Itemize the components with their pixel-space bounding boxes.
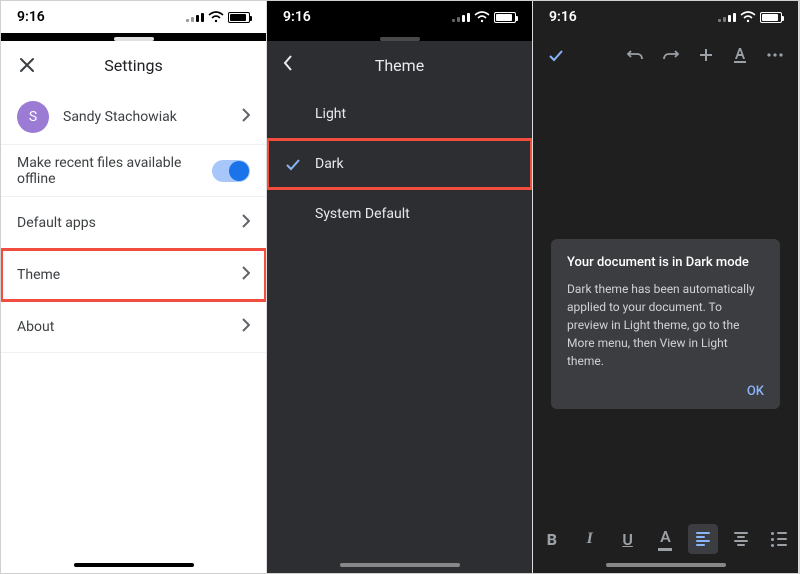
status-time: 9:16 — [283, 9, 311, 25]
home-indicator[interactable] — [74, 563, 194, 567]
italic-glyph: I — [587, 530, 593, 548]
chevron-right-icon — [242, 108, 250, 126]
check-icon — [285, 156, 315, 172]
bold-button[interactable]: B — [537, 524, 567, 554]
status-bar: 9:16 — [533, 1, 798, 33]
home-indicator[interactable] — [606, 563, 726, 567]
wifi-icon — [208, 11, 224, 23]
chevron-left-icon — [283, 55, 293, 71]
dark-mode-dialog: Your document is in Dark mode Dark theme… — [551, 239, 780, 409]
settings-screen: 9:16 Settings S Sandy Stachowiak Make re… — [1, 1, 267, 573]
default-apps-label: Default apps — [17, 215, 96, 231]
profile-row[interactable]: S Sandy Stachowiak — [1, 89, 266, 145]
confirm-button[interactable] — [547, 46, 565, 64]
page-title: Theme — [375, 56, 424, 75]
check-icon — [547, 46, 565, 64]
more-horizontal-icon — [766, 52, 784, 58]
theme-row[interactable]: Theme — [1, 249, 266, 301]
chevron-right-icon — [242, 266, 250, 284]
profile-name: Sandy Stachowiak — [63, 109, 177, 125]
theme-option-system[interactable]: System Default — [267, 189, 532, 239]
chevron-right-icon — [242, 214, 250, 232]
home-indicator[interactable] — [340, 563, 460, 567]
bold-glyph: B — [547, 530, 557, 549]
cellular-icon — [452, 13, 470, 22]
battery-icon — [494, 12, 516, 23]
sheet-grabber[interactable] — [267, 33, 532, 41]
close-icon — [18, 56, 36, 74]
textcolor-glyph: A — [660, 527, 671, 546]
settings-header: Settings — [1, 41, 266, 89]
offline-label: Make recent files available offline — [17, 155, 212, 187]
theme-option-dark[interactable]: Dark — [267, 139, 532, 189]
cellular-icon — [186, 13, 204, 22]
about-label: About — [17, 319, 54, 335]
sheet-grabber[interactable] — [1, 33, 266, 41]
dialog-title: Your document is in Dark mode — [567, 255, 764, 270]
status-indicators — [452, 11, 516, 23]
text-color-button[interactable]: A — [650, 524, 680, 554]
plus-icon — [698, 47, 714, 63]
text-format-button[interactable] — [732, 46, 748, 64]
status-time: 9:16 — [17, 9, 45, 25]
align-left-button[interactable] — [688, 524, 718, 554]
status-indicators — [186, 11, 250, 23]
option-label: System Default — [285, 206, 514, 222]
redo-icon — [662, 46, 680, 64]
dialog-ok-button[interactable]: OK — [747, 384, 764, 399]
theme-screen: 9:16 Theme Light Dark System Default — [267, 1, 533, 573]
bullet-list-button[interactable] — [764, 524, 794, 554]
close-button[interactable] — [17, 55, 37, 75]
battery-icon — [760, 12, 782, 23]
back-button[interactable] — [283, 55, 293, 75]
avatar: S — [17, 101, 49, 133]
italic-button[interactable]: I — [575, 524, 605, 554]
chevron-right-icon — [242, 318, 250, 336]
more-button[interactable] — [766, 52, 784, 58]
align-center-icon — [734, 532, 748, 546]
option-label: Light — [285, 106, 514, 122]
wifi-icon — [474, 11, 490, 23]
underline-glyph: U — [622, 530, 633, 549]
offline-toggle[interactable] — [212, 160, 250, 182]
color-bar-icon — [658, 548, 672, 551]
page-title: Settings — [104, 56, 162, 75]
theme-option-light[interactable]: Light — [267, 89, 532, 139]
dialog-body: Dark theme has been automatically applie… — [567, 280, 764, 370]
format-toolbar: B I U A — [533, 519, 798, 559]
status-indicators — [718, 11, 782, 23]
cellular-icon — [718, 13, 736, 22]
offline-row[interactable]: Make recent files available offline — [1, 145, 266, 197]
underline-button[interactable]: U — [613, 524, 643, 554]
align-left-icon — [696, 532, 710, 546]
theme-label: Theme — [17, 267, 60, 283]
document-screen: 9:16 — [533, 1, 799, 573]
avatar-initial: S — [29, 109, 37, 125]
align-center-button[interactable] — [726, 524, 756, 554]
bullet-list-icon — [771, 532, 787, 547]
undo-icon — [626, 46, 644, 64]
text-format-icon — [732, 46, 748, 64]
status-bar: 9:16 — [1, 1, 266, 33]
battery-icon — [228, 12, 250, 23]
option-label: Dark — [315, 156, 514, 172]
insert-button[interactable] — [698, 47, 714, 63]
redo-button[interactable] — [662, 46, 680, 64]
wifi-icon — [740, 11, 756, 23]
about-row[interactable]: About — [1, 301, 266, 353]
default-apps-row[interactable]: Default apps — [1, 197, 266, 249]
status-time: 9:16 — [549, 9, 577, 25]
theme-header: Theme — [267, 41, 532, 89]
editor-toolbar — [533, 33, 798, 77]
undo-button[interactable] — [626, 46, 644, 64]
status-bar: 9:16 — [267, 1, 532, 33]
